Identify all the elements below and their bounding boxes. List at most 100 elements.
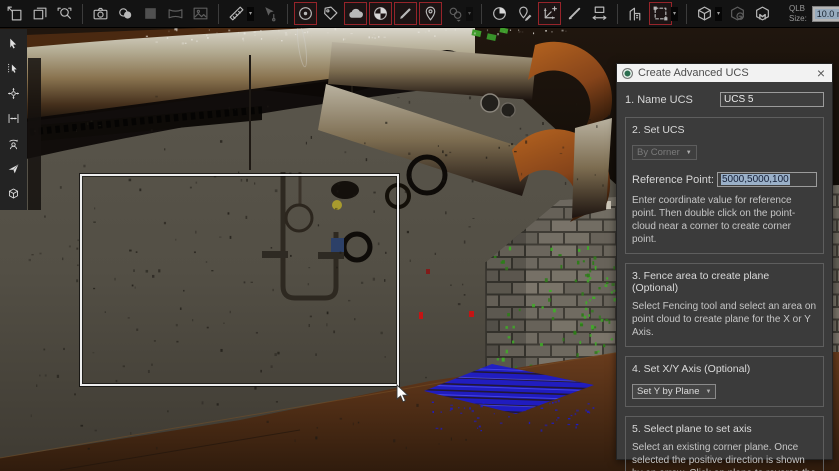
building-pin-icon <box>627 5 644 22</box>
pan-icon <box>7 110 20 127</box>
orbit-button[interactable] <box>1 81 26 106</box>
toolbar-separator <box>82 4 83 24</box>
dimension-box-icon <box>591 5 608 22</box>
fence-select-button[interactable] <box>649 2 672 25</box>
geotag-group-button[interactable] <box>444 2 467 25</box>
geotag-button[interactable] <box>419 2 442 25</box>
limit-box-button[interactable] <box>369 2 392 25</box>
toolbar-separator <box>686 4 687 24</box>
qlb-group-icon <box>729 5 746 22</box>
fence-selection-rectangle <box>80 174 399 386</box>
top-toolbar: QLB Size: 10.0 m <box>0 0 839 28</box>
set-ucs-help: Enter coordinate value for reference poi… <box>632 194 817 246</box>
look-around-button[interactable] <box>1 131 26 156</box>
create-ucs-button[interactable] <box>538 2 561 25</box>
fly-icon <box>7 160 20 177</box>
set-ucs-title: 2. Set UCS <box>632 124 817 136</box>
tag-button[interactable] <box>319 2 342 25</box>
toolbar-separator <box>287 4 288 24</box>
pan-view-icon <box>6 5 23 22</box>
reference-point-input[interactable]: 5000,5000,100 <box>717 172 817 187</box>
create-advanced-ucs-dialog: Create Advanced UCS 1. Name UCS UCS 5 2.… <box>616 63 833 460</box>
dialog-title: Create Advanced UCS <box>638 67 749 79</box>
dropdown-arrow-icon[interactable] <box>671 7 678 21</box>
ucs-mode-select[interactable]: By Corner <box>632 145 697 160</box>
duplicate-view-icon <box>31 5 48 22</box>
qlb-size-value: 10.0 m <box>815 9 839 19</box>
view-cube-icon <box>7 185 20 202</box>
annotation-pen-icon <box>566 5 583 22</box>
duplicate-view-button[interactable] <box>28 2 51 25</box>
toolbar-separator <box>481 4 482 24</box>
scan-position-button[interactable] <box>294 2 317 25</box>
qlb-size-select[interactable]: 10.0 m <box>812 6 839 22</box>
reference-point-label: Reference Point: <box>632 174 714 186</box>
point-cloud-icon <box>347 5 364 22</box>
measure-icon <box>228 5 245 22</box>
close-icon[interactable] <box>815 66 827 80</box>
camera-icon <box>92 5 109 22</box>
qlb-size-label: QLB Size: <box>789 4 807 22</box>
dimension-box-button[interactable] <box>588 2 611 25</box>
dropdown-arrow-icon[interactable] <box>247 7 254 21</box>
toolbar-groups <box>2 2 775 25</box>
dropdown-arrow-icon[interactable] <box>715 7 722 21</box>
annotation-pen-button[interactable] <box>563 2 586 25</box>
limit-box-view-icon <box>491 5 508 22</box>
select-plane-title: 5. Select plane to set axis <box>632 423 817 435</box>
ucs-name-input[interactable]: UCS 5 <box>720 92 824 107</box>
markup-pen-icon <box>397 5 414 22</box>
application-window: QLB Size: 10.0 m Create Advanced UCS 1. … <box>0 0 839 471</box>
select-plane-group: 5. Select plane to set axis Select an ex… <box>625 416 824 471</box>
qlb-model-icon <box>754 5 771 22</box>
ucs-name-value: UCS 5 <box>724 94 753 105</box>
area-select-button[interactable] <box>1 56 26 81</box>
set-axis-title: 4. Set X/Y Axis (Optional) <box>632 363 817 375</box>
pan-view-button[interactable] <box>3 2 26 25</box>
render-mode-button[interactable] <box>114 2 137 25</box>
geotag-group-icon <box>447 5 464 22</box>
fence-select-icon <box>652 5 669 22</box>
point-cloud-button[interactable] <box>344 2 367 25</box>
toolbar-separator <box>218 4 219 24</box>
navigation-toolbar <box>0 29 27 210</box>
pan-button[interactable] <box>1 106 26 131</box>
axis-mode-select[interactable]: Set Y by Plane <box>632 384 716 399</box>
probe-icon <box>261 5 278 22</box>
solid-view-icon <box>142 5 159 22</box>
look-around-icon <box>7 135 20 152</box>
qlb-group-button[interactable] <box>726 2 749 25</box>
panorama-button[interactable] <box>164 2 187 25</box>
dropdown-arrow-icon[interactable] <box>466 7 473 21</box>
qlb-model-button[interactable] <box>751 2 774 25</box>
mouse-cursor <box>396 384 411 405</box>
probe-button[interactable] <box>258 2 281 25</box>
measure-button[interactable] <box>225 2 248 25</box>
fence-area-help: Select Fencing tool and select an area o… <box>632 300 817 339</box>
qlb-cube-button[interactable] <box>693 2 716 25</box>
markup-pen-button[interactable] <box>394 2 417 25</box>
limit-box-icon <box>372 5 389 22</box>
select-plane-help: Select an existing corner plane. Once se… <box>632 441 817 471</box>
geotag-edit-button[interactable] <box>513 2 536 25</box>
reference-point-value: 5000,5000,100 <box>721 174 790 185</box>
limit-box-view-button[interactable] <box>488 2 511 25</box>
create-ucs-icon <box>541 5 558 22</box>
qlb-cube-icon <box>696 5 713 22</box>
image-icon <box>192 5 209 22</box>
ucs-dialog-icon <box>622 68 633 79</box>
solid-view-button[interactable] <box>139 2 162 25</box>
fence-area-group: 3. Fence area to create plane (Optional)… <box>625 263 824 347</box>
zoom-region-button[interactable] <box>53 2 76 25</box>
scan-position-icon <box>297 5 314 22</box>
select-button[interactable] <box>1 31 26 56</box>
dialog-header[interactable]: Create Advanced UCS <box>617 64 832 82</box>
view-cube-button[interactable] <box>1 181 26 206</box>
image-button[interactable] <box>189 2 212 25</box>
fly-button[interactable] <box>1 156 26 181</box>
select-icon <box>7 35 20 52</box>
render-mode-icon <box>117 5 134 22</box>
toolbar-separator <box>617 4 618 24</box>
building-pin-button[interactable] <box>624 2 647 25</box>
camera-button[interactable] <box>89 2 112 25</box>
